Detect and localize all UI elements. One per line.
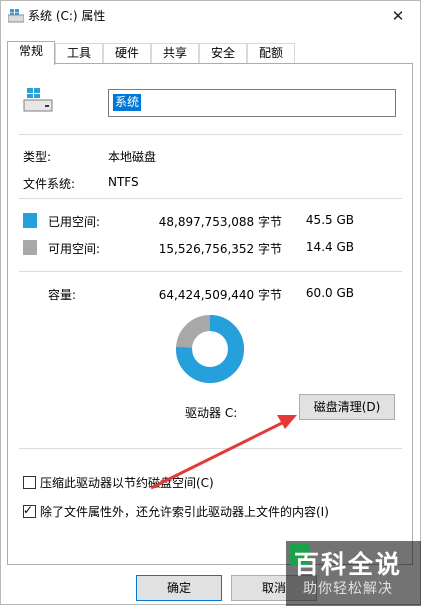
properties-window: 系统 (C:) 属性 ✕ 常规 工具 硬件 共享 安全 配额 系统 类型: 本地… bbox=[0, 0, 421, 606]
tab-general[interactable]: 常规 bbox=[7, 41, 55, 65]
annotation-arrow-icon bbox=[150, 415, 297, 490]
watermark: 百科全说 助你轻松解决 bbox=[286, 541, 421, 606]
watermark-subtitle: 助你轻松解决 bbox=[303, 581, 393, 597]
watermark-title: 百科全说 bbox=[294, 550, 403, 579]
